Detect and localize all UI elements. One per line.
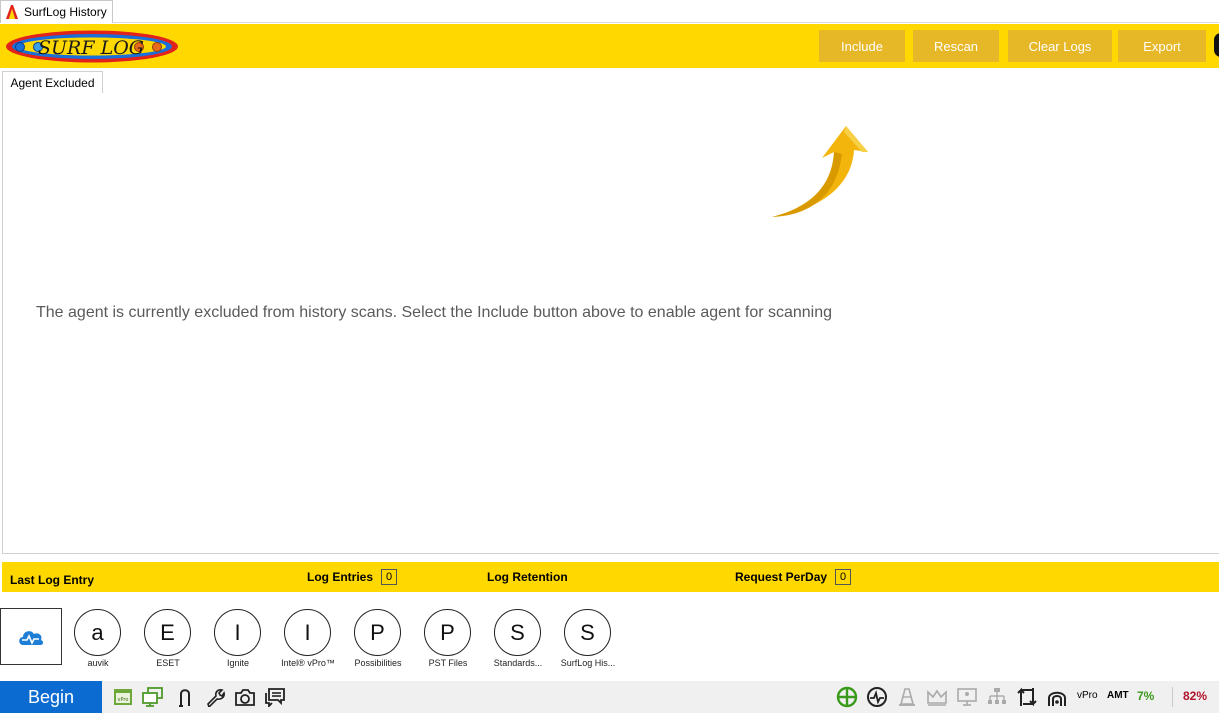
surflog-app-icon (6, 5, 18, 19)
crosshair-icon[interactable] (836, 686, 858, 708)
app-eset-icon: E (144, 609, 191, 656)
cone-icon[interactable] (896, 686, 918, 708)
app-possibilities-icon: P (354, 609, 401, 656)
log-entries-value: 0 (381, 569, 398, 585)
app-pst-files[interactable]: P PST Files (413, 609, 483, 671)
clear-logs-button[interactable]: Clear Logs (1008, 30, 1112, 62)
curved-arrow-icon (772, 126, 868, 217)
window-title: SurfLog History (24, 5, 107, 19)
svg-text:vPro: vPro (118, 697, 129, 703)
network-tree-icon[interactable] (986, 686, 1008, 708)
amt-label[interactable]: AMT (1107, 690, 1129, 701)
taskbar-divider (1172, 687, 1173, 707)
request-per-day-value: 0 (835, 569, 852, 585)
begin-button[interactable]: Begin (0, 681, 102, 713)
include-button[interactable]: Include (819, 30, 905, 62)
vpro-label[interactable]: vPro (1077, 690, 1098, 701)
rescan-button[interactable]: Rescan (913, 30, 999, 62)
tab-strip: Agent Excluded (2, 71, 1219, 94)
app-ignite-label: Ignite (226, 658, 250, 668)
app-ignite-icon: I (214, 609, 261, 656)
remote-desktop-icon[interactable] (142, 686, 164, 708)
title-bar: SurfLog History (0, 0, 1219, 23)
tab-agent-excluded[interactable]: Agent Excluded (2, 71, 103, 94)
logo-text: SURF LOG (38, 37, 144, 59)
toolbar-overflow-icon[interactable] (1214, 33, 1219, 57)
cloud-health-icon[interactable] (0, 608, 62, 665)
app-possibilities-label: Possibilities (354, 658, 402, 668)
vpro-window-icon[interactable]: vPro (112, 686, 134, 708)
log-retention-label: Log Retention (487, 570, 568, 584)
last-log-entry-label: Last Log Entry (10, 573, 95, 587)
chat-icon[interactable] (264, 686, 286, 708)
request-per-day-label: Request PerDay (735, 570, 828, 584)
app-standards-icon: S (494, 609, 541, 656)
signal-icon[interactable] (1046, 686, 1068, 708)
app-surflog-history-icon: S (564, 609, 611, 656)
toolbar: SURF LOG Include Rescan Clear Logs Expor… (0, 24, 1219, 68)
app-standards[interactable]: S Standards... (483, 609, 553, 671)
log-entries: Log Entries 0 (307, 562, 398, 592)
wrench-icon[interactable] (204, 686, 226, 708)
app-pst-files-label: PST Files (428, 658, 468, 668)
log-entries-label: Log Entries (307, 570, 374, 584)
crown-icon[interactable] (926, 686, 948, 708)
lasso-icon[interactable] (174, 686, 196, 708)
app-pst-files-icon: P (424, 609, 471, 656)
request-per-day: Request PerDay 0 (735, 562, 852, 592)
heartbeat-icon[interactable] (866, 686, 888, 708)
window-title-tab[interactable]: SurfLog History (0, 0, 113, 23)
app-intel-vpro-label: Intel® vPro™ (281, 658, 335, 668)
app-auvik-icon: a (74, 609, 121, 656)
app-shortcuts: a auvik E ESET I Ignite I Intel® vPro™ P… (0, 598, 1219, 674)
app-intel-vpro-icon: I (284, 609, 331, 656)
presenter-icon[interactable] (956, 686, 978, 708)
transfer-icon[interactable] (1016, 686, 1038, 708)
excluded-message: The agent is currently excluded from his… (36, 304, 833, 321)
app-eset-label: ESET (156, 658, 180, 668)
app-intel-vpro[interactable]: I Intel® vPro™ (273, 609, 343, 671)
taskbar: Begin vPro vPro AMT 7% 82% (0, 681, 1219, 713)
camera-icon[interactable] (234, 686, 256, 708)
app-auvik-label: auvik (87, 658, 109, 668)
memory-percent: 82% (1183, 689, 1208, 703)
app-possibilities[interactable]: P Possibilities (343, 609, 413, 671)
app-ignite[interactable]: I Ignite (203, 609, 273, 671)
app-auvik[interactable]: a auvik (63, 609, 133, 671)
cpu-percent: 7% (1137, 689, 1155, 703)
app-surflog-history-label: SurfLog His... (560, 658, 616, 668)
app-eset[interactable]: E ESET (133, 609, 203, 671)
export-button[interactable]: Export (1118, 30, 1206, 62)
content-panel (2, 93, 1219, 554)
surflog-logo: SURF LOG (6, 30, 178, 63)
app-surflog-history[interactable]: S SurfLog His... (553, 609, 623, 671)
app-standards-label: Standards... (493, 658, 543, 668)
status-bar: Last Log Entry Log Entries 0 Log Retenti… (2, 562, 1219, 592)
